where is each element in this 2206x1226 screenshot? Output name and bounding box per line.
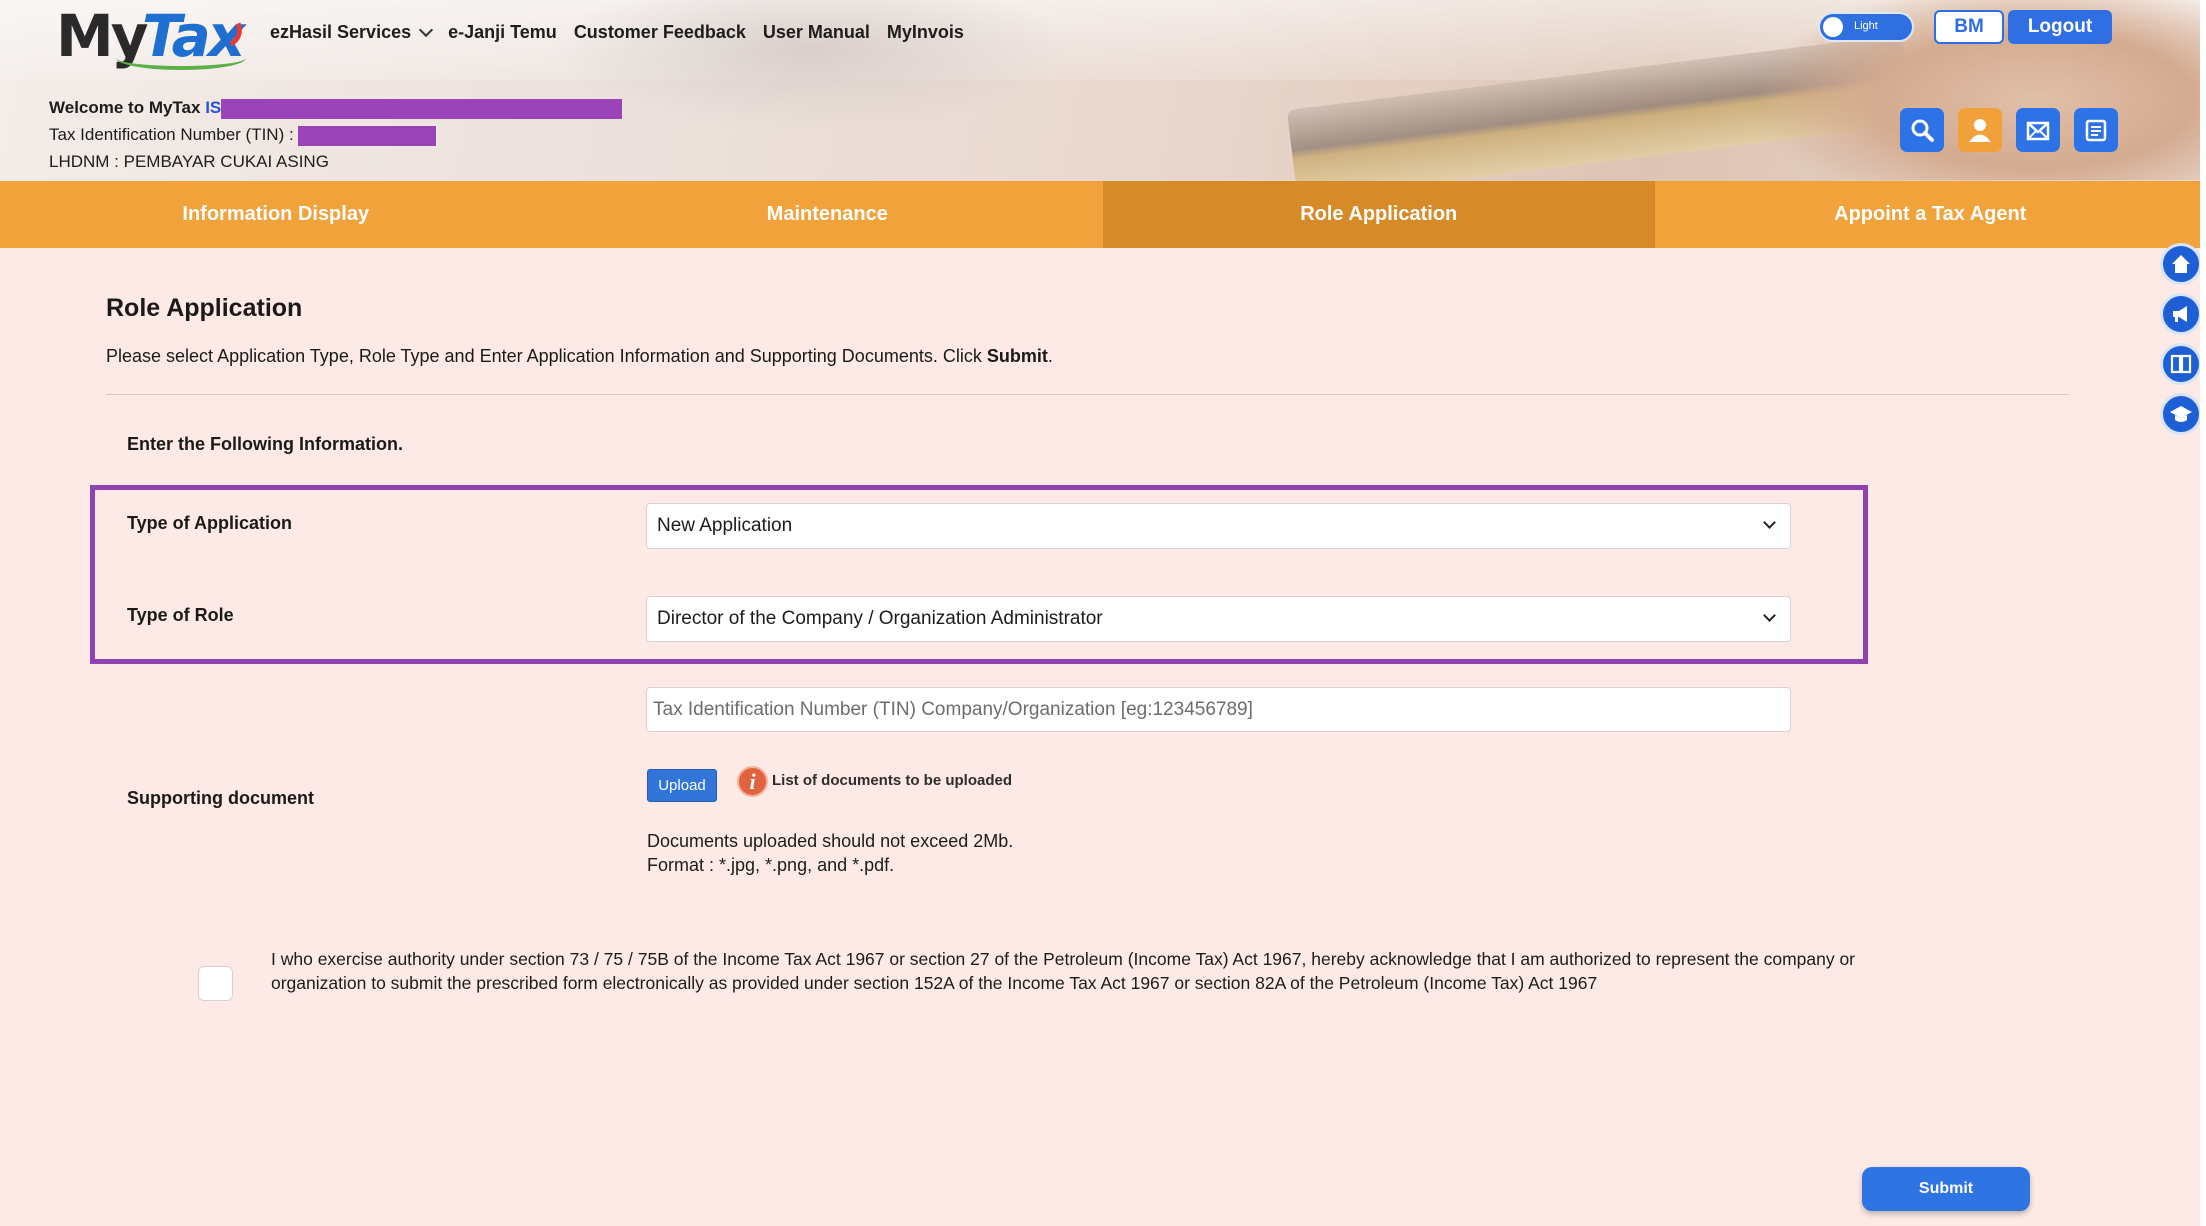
type-of-application-label: Type of Application <box>127 513 292 533</box>
type-of-application-select[interactable]: New Application <box>646 503 1791 549</box>
header-background-decoration <box>550 0 1070 130</box>
welcome-line: Welcome to MyTax IS <box>49 94 623 121</box>
mail-icon[interactable] <box>2016 108 2060 152</box>
tab-appoint-tax-agent[interactable]: Appoint a Tax Agent <box>1655 181 2206 248</box>
language-bm-button[interactable]: BM <box>1934 10 2004 44</box>
page-title: Role Application <box>106 294 303 322</box>
section-heading: Enter the Following Information. <box>127 434 403 454</box>
redacted-user-name <box>221 98 623 119</box>
nav-e-janji-temu[interactable]: e-Janji Temu <box>448 22 557 43</box>
header-icon-bar <box>1900 108 2118 152</box>
documents-list-link[interactable]: List of documents to be uploaded <box>772 772 1012 789</box>
chevron-down-icon <box>1763 516 1776 529</box>
upload-button[interactable]: Upload <box>647 769 717 802</box>
lhdnm-status: LHDNM : PEMBAYAR CUKAI ASING <box>49 152 329 171</box>
upload-requirements-note: Documents uploaded should not exceed 2Mb… <box>647 829 1013 877</box>
page-instruction: Please select Application Type, Role Typ… <box>106 346 1053 367</box>
nav-ezhasil-services-label: ezHasil Services <box>270 22 412 42</box>
nav-user-manual[interactable]: User Manual <box>763 22 870 43</box>
mytax-logo[interactable]: My Tax <box>56 2 248 74</box>
toggle-knob <box>1823 17 1843 37</box>
upload-format-note: Format : *.jpg, *.png, and *.pdf. <box>647 855 895 875</box>
tab-information-display[interactable]: Information Display <box>0 181 552 248</box>
graduation-icon[interactable] <box>2160 393 2202 435</box>
book-icon[interactable] <box>2160 343 2202 385</box>
site-header: My Tax ezHasil Services e-Janji Temu Cus… <box>0 0 2206 181</box>
company-tin-input[interactable]: Tax Identification Number (TIN) Company/… <box>646 687 1791 732</box>
type-of-role-select[interactable]: Director of the Company / Organization A… <box>646 596 1791 642</box>
theme-toggle[interactable]: Light <box>1818 12 1914 42</box>
upload-size-note: Documents uploaded should not exceed 2Mb… <box>647 831 1014 851</box>
chevron-down-icon <box>1763 609 1776 622</box>
floating-side-menu <box>2160 243 2202 435</box>
welcome-panel: Welcome to MyTax IS Tax Identification N… <box>49 94 623 175</box>
section-divider <box>106 394 2069 395</box>
announcement-icon[interactable] <box>2160 293 2202 335</box>
declaration-checkbox[interactable] <box>198 966 233 1001</box>
logo-swoosh-green <box>116 46 246 70</box>
top-navigation: ezHasil Services e-Janji Temu Customer F… <box>270 22 964 43</box>
search-icon[interactable] <box>1900 108 1944 152</box>
theme-toggle-label: Light <box>1854 20 1878 32</box>
instruction-text: Please select Application Type, Role Typ… <box>106 346 982 366</box>
logout-button[interactable]: Logout <box>2008 10 2112 44</box>
window-right-edge <box>2200 0 2206 1226</box>
info-icon[interactable]: i <box>737 766 768 797</box>
user-name: IS <box>205 98 222 117</box>
submit-button[interactable]: Submit <box>1862 1167 2030 1211</box>
type-of-role-value: Director of the Company / Organization A… <box>657 608 1103 629</box>
tab-role-application[interactable]: Role Application <box>1103 181 1655 248</box>
redacted-tin <box>298 125 437 146</box>
instruction-submit-word: Submit <box>986 346 1048 366</box>
nav-myinvois[interactable]: MyInvois <box>887 22 964 43</box>
calendar-icon[interactable] <box>2074 108 2118 152</box>
tin-label: Tax Identification Number (TIN) : <box>49 125 294 144</box>
chevron-down-icon <box>419 22 434 37</box>
home-icon[interactable] <box>2160 243 2202 285</box>
type-of-application-value: New Application <box>657 515 793 536</box>
supporting-document-label: Supporting document <box>127 788 314 808</box>
type-of-role-label: Type of Role <box>127 605 234 625</box>
nav-ezhasil-services[interactable]: ezHasil Services <box>270 22 434 43</box>
declaration-text: I who exercise authority under section 7… <box>271 949 1856 993</box>
tab-maintenance[interactable]: Maintenance <box>552 181 1104 248</box>
main-tab-bar: Information Display Maintenance Role App… <box>0 181 2206 248</box>
instruction-period: . <box>1047 346 1053 366</box>
welcome-greeting: Welcome to MyTax <box>49 98 201 117</box>
nav-customer-feedback[interactable]: Customer Feedback <box>574 22 746 43</box>
profile-icon[interactable] <box>1958 108 2002 152</box>
tin-line: Tax Identification Number (TIN) : <box>49 121 622 148</box>
